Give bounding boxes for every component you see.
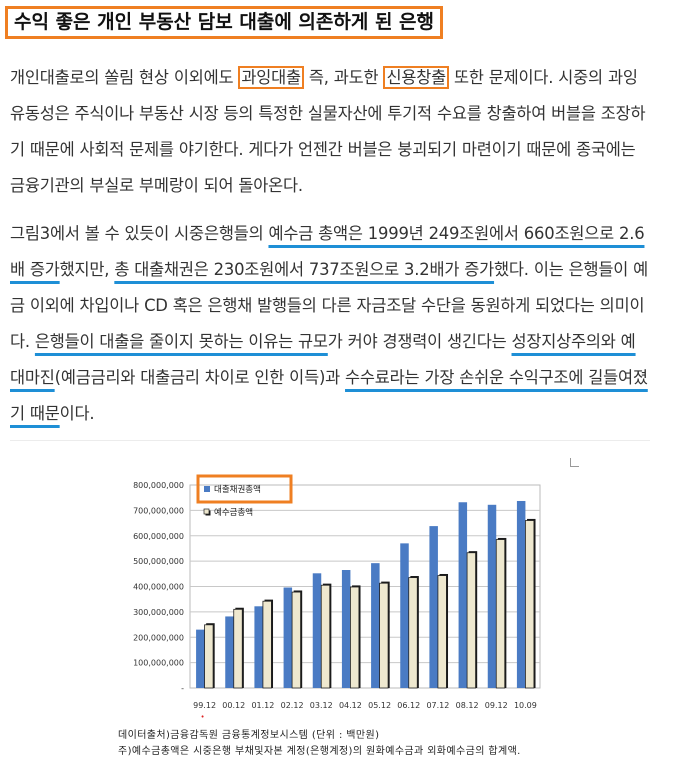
p1-text-1: 개인대출로의 쏠림 현상 이외에도 xyxy=(10,68,239,87)
p1-text-3: 또한 문제이다. 시중의 과잉유동성은 주식이나 부동산 시장 등의 특정한 실… xyxy=(10,68,646,195)
legend-label-loans: 대출채권총액 xyxy=(214,484,261,495)
x-tick-label: 00.12 xyxy=(222,701,245,710)
underline-loans: 총 대출채권은 230조원에서 737조원으로 3.2배가 증가 xyxy=(114,260,495,279)
bar-deposits xyxy=(350,586,360,689)
red-mark: • xyxy=(201,713,205,718)
corner-mark xyxy=(570,458,579,467)
bar-loans xyxy=(196,629,205,688)
x-tick-label: 07.12 xyxy=(426,701,449,710)
p2-text-4: 가 커야 경쟁력이 생긴다는 xyxy=(327,332,512,351)
p2-text-1: 그림3에서 볼 수 있듯이 시중은행들의 xyxy=(10,224,269,243)
x-tick-label: 09.12 xyxy=(485,701,508,710)
x-tick-label: 10.09 xyxy=(514,701,537,710)
bar-deposits xyxy=(320,584,331,689)
legend-swatch-deposits xyxy=(203,508,210,515)
bar-deposits xyxy=(437,575,447,689)
y-tick-label: - xyxy=(181,684,184,693)
bar-loans xyxy=(312,573,322,688)
article-heading: 수익 좋은 개인 부동산 담보 대출에 의존하게 된 은행 xyxy=(5,6,443,39)
y-tick-label: 200,000,000 xyxy=(133,633,184,642)
bar-deposits xyxy=(233,608,243,689)
bar-loans xyxy=(371,563,380,688)
x-tick-label: 03.12 xyxy=(310,701,333,710)
bar-deposits xyxy=(204,624,214,689)
y-tick-label: 500,000,000 xyxy=(133,557,184,566)
p1-text-2: 즉, 과도한 xyxy=(303,68,384,87)
bar-deposits xyxy=(466,552,476,689)
x-tick-label: 05.12 xyxy=(368,701,391,710)
y-tick-label: 800,000,000 xyxy=(133,481,184,490)
x-tick-label: 04.12 xyxy=(339,701,362,710)
bar-chart: 800,000,000 700,000,000 600,000,000 500,000… xyxy=(133,474,541,721)
legend-swatch-loans xyxy=(204,486,210,492)
bar-loans xyxy=(429,526,438,688)
bar-deposits xyxy=(379,582,389,689)
bar-loans xyxy=(254,606,263,688)
highlight-box-overlending: 과잉대출 xyxy=(238,66,304,89)
p2-text-2: 했지만, xyxy=(59,260,115,279)
source-line-2: 주)예수금총액은 시중은행 부채및자본 계정(은행계정)의 원화예수금과 외화예… xyxy=(118,746,521,757)
y-tick-label: 300,000,000 xyxy=(133,608,184,617)
underline-reason: 은행들이 대출을 줄이지 못하는 이유는 규모 xyxy=(34,332,328,351)
bar-loans xyxy=(283,587,293,688)
p2-text-5: (예금금리와 대출금리 차이로 인한 이득)과 xyxy=(54,368,346,387)
bar-deposits xyxy=(525,520,535,689)
paragraph-2: 그림3에서 볼 수 있듯이 시중은행들의 예수금 총액은 1999년 249조원… xyxy=(10,216,650,432)
paragraph-1: 개인대출로의 쏠림 현상 이외에도 과잉대출 즉, 과도한 신용창출 또한 문제… xyxy=(10,60,650,204)
p2-text-6: 이다. xyxy=(59,404,95,423)
x-tick-label: 06.12 xyxy=(397,701,420,710)
highlight-box-credit-creation: 신용창출 xyxy=(383,66,449,89)
divider xyxy=(10,440,650,441)
bar-deposits xyxy=(262,600,272,689)
bar-loans xyxy=(487,504,497,688)
bar-loans xyxy=(341,570,351,688)
y-tick-label: 600,000,000 xyxy=(133,532,184,541)
legend-label-deposits: 예수금총액 xyxy=(214,507,253,518)
bar-loans xyxy=(458,502,468,688)
y-tick-label: 100,000,000 xyxy=(133,659,184,668)
source-line-1: 데이터출처)금융감독원 금융통계정보시스템 (단위 : 백만원) xyxy=(118,730,380,741)
bar-loans xyxy=(225,616,234,688)
x-tick-label: 99.12 xyxy=(193,701,216,710)
y-tick-label: 400,000,000 xyxy=(133,583,184,592)
x-tick-label: 08.12 xyxy=(456,701,479,710)
bar-deposits xyxy=(408,577,418,689)
bar-deposits xyxy=(291,591,301,689)
y-tick-label: 700,000,000 xyxy=(133,506,184,515)
bar-deposits xyxy=(495,539,506,689)
bar-loans xyxy=(516,500,526,688)
x-tick-label: 02.12 xyxy=(281,701,304,710)
bar-loans xyxy=(400,543,409,688)
chart-container: 800,000,000 700,000,000 600,000,000 500,000… xyxy=(110,472,550,721)
x-tick-label: 01.12 xyxy=(251,701,274,710)
